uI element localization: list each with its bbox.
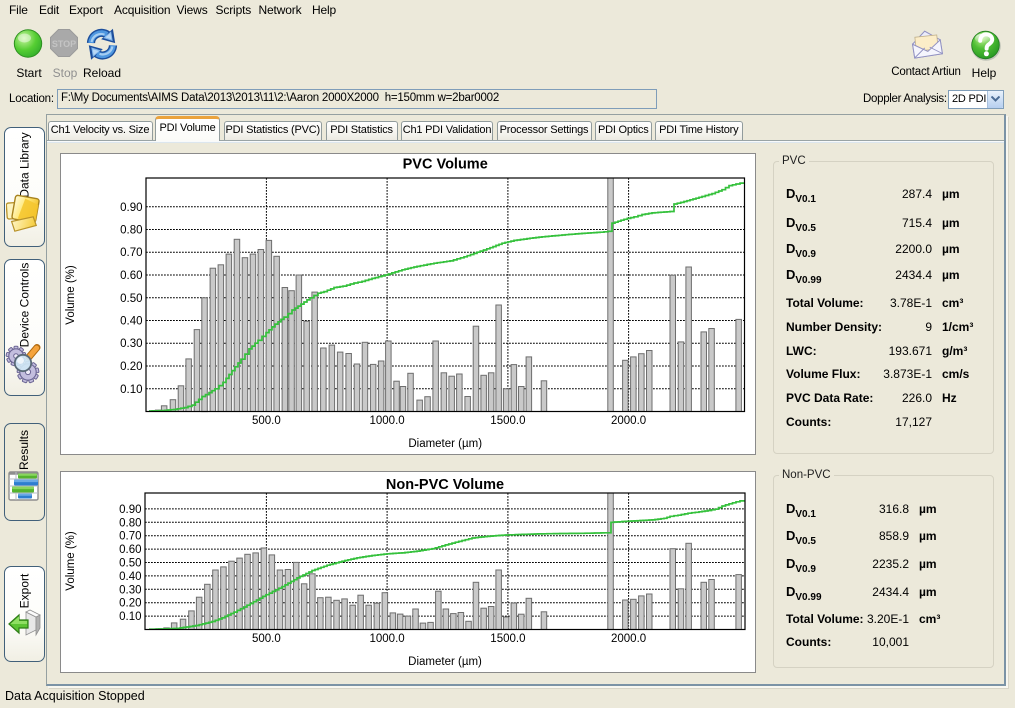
svg-text:Diameter (µm): Diameter (µm) [408,438,482,450]
svg-text:0.20: 0.20 [120,361,142,373]
svg-text:0.90: 0.90 [120,201,142,213]
svg-text:2000.0: 2000.0 [611,415,646,427]
svg-text:0.20: 0.20 [119,597,141,609]
svg-text:1000.0: 1000.0 [369,415,404,427]
svg-text:0.40: 0.40 [120,315,142,327]
svg-text:0.10: 0.10 [119,611,141,623]
svg-text:1000.0: 1000.0 [369,633,404,645]
svg-text:0.80: 0.80 [119,517,141,529]
svg-text:0.30: 0.30 [120,338,142,350]
svg-text:2000.0: 2000.0 [611,633,646,645]
svg-text:0.60: 0.60 [119,544,141,556]
svg-text:0.50: 0.50 [120,292,142,304]
svg-text:Non-PVC Volume: Non-PVC Volume [385,477,503,493]
svg-text:Diameter (µm): Diameter (µm) [408,656,482,668]
svg-text:1500.0: 1500.0 [490,633,525,645]
svg-text:0.40: 0.40 [119,570,141,582]
svg-text:Volume (%): Volume (%) [65,531,77,591]
svg-text:0.50: 0.50 [119,557,141,569]
svg-text:0.10: 0.10 [120,383,142,395]
svg-text:0.90: 0.90 [119,503,141,515]
svg-text:0.30: 0.30 [119,584,141,596]
svg-text:0.70: 0.70 [119,530,141,542]
svg-text:0.70: 0.70 [120,247,142,259]
svg-text:Volume (%): Volume (%) [65,265,77,325]
svg-text:STOP: STOP [52,39,76,49]
svg-text:0.60: 0.60 [120,270,142,282]
svg-text:0.80: 0.80 [120,224,142,236]
svg-text:1500.0: 1500.0 [490,415,525,427]
svg-text:PVC Volume: PVC Volume [402,156,487,172]
svg-text:500.0: 500.0 [252,633,281,645]
svg-text:500.0: 500.0 [252,415,281,427]
